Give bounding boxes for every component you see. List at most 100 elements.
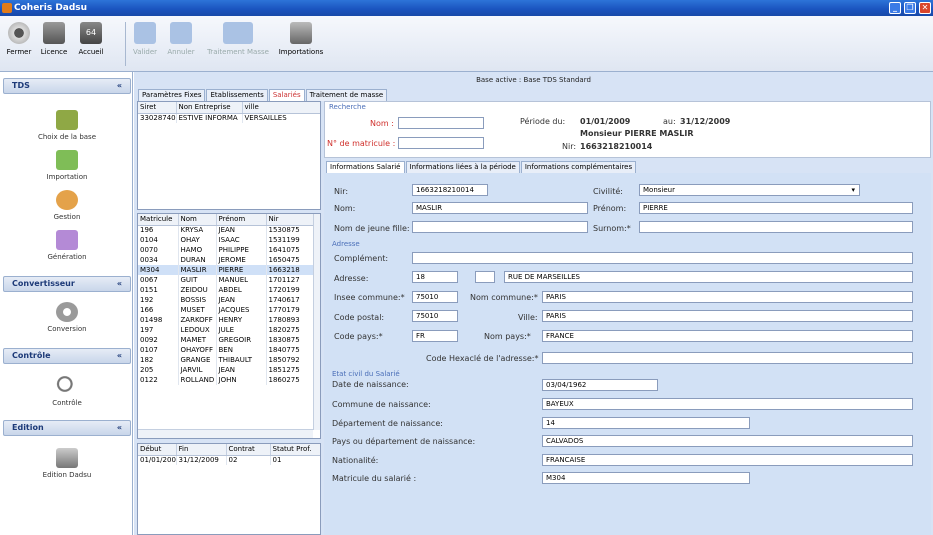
table-row[interactable]: 0070 HAMO PHILIPPE 1641075 (138, 245, 315, 255)
adresse-num-input[interactable]: 18 (412, 271, 458, 283)
table-row[interactable]: 182 GRANGE THIBAULT 1850792 (138, 355, 315, 365)
sidebar-item-controle[interactable]: Contrôle (3, 376, 131, 407)
col-contrat[interactable]: Contrat (226, 444, 271, 456)
col-ville[interactable]: ville (242, 102, 320, 114)
nom-search-input[interactable] (398, 117, 484, 129)
valider-button[interactable]: Valider (130, 20, 160, 70)
pays-naissance-input[interactable]: CALVADOS (542, 435, 913, 447)
close-icon[interactable]: ✕ (919, 2, 931, 14)
adresse-btq-input[interactable] (475, 271, 495, 283)
hexacle-input[interactable] (542, 352, 913, 364)
jeune-fille-input[interactable] (412, 221, 588, 233)
col-nom[interactable]: Nom (178, 214, 217, 226)
tab-informations-periode[interactable]: Informations liées à la période (405, 161, 520, 173)
tab-traitement-masse[interactable]: Traitement de masse (305, 89, 388, 101)
nom-pays-input[interactable]: FRANCE (542, 330, 913, 342)
sidebar-section-convertisseur[interactable]: Convertisseur « (3, 276, 131, 292)
naissance-input[interactable]: 03/04/1962 (542, 379, 658, 391)
table-row[interactable]: 0151 ZEIDOU ABDEL 1720199 (138, 285, 315, 295)
cell: 1531199 (266, 235, 315, 245)
col-siret[interactable]: Siret (138, 102, 177, 114)
sidebar-item-label: Choix de la base (37, 133, 97, 141)
importations-button[interactable]: Importations (276, 20, 326, 70)
table-row[interactable]: 0107 OHAYOFF BEN 1840775 (138, 345, 315, 355)
restore-icon[interactable]: ❐ (904, 2, 916, 14)
table-row[interactable]: 01498 ZARKOFF HENRY 1780893 (138, 315, 315, 325)
sidebar-item-generation[interactable]: Génération (3, 230, 131, 261)
chevron-up-icon[interactable]: « (117, 79, 122, 93)
table-row[interactable]: 205 JARVIL JEAN 1851275 (138, 365, 315, 375)
cell: 1820275 (266, 325, 315, 335)
insee-input[interactable]: 75010 (412, 291, 458, 303)
licence-button[interactable]: Licence (38, 20, 70, 70)
complement-input[interactable] (412, 252, 913, 264)
sidebar-item-gestion[interactable]: Gestion (3, 190, 131, 221)
col-prenom[interactable]: Prénom (216, 214, 267, 226)
ville-input[interactable]: PARIS (542, 310, 913, 322)
sidebar-section-controle[interactable]: Contrôle « (3, 348, 131, 364)
table-row[interactable]: 192 BOSSIS JEAN 1740617 (138, 295, 315, 305)
dropdown-arrow-icon[interactable]: ▾ (851, 185, 855, 195)
adresse-rue-input[interactable]: RUE DE MARSEILLES (504, 271, 913, 283)
table-row[interactable]: 0034 DURAN JEROME 1650475 (138, 255, 315, 265)
tab-informations-complementaires[interactable]: Informations complémentaires (520, 161, 637, 173)
cell: DURAN (178, 255, 217, 265)
col-nir[interactable]: Nir (266, 214, 315, 226)
horizontal-scrollbar[interactable] (138, 429, 313, 438)
commune-naissance-input[interactable]: BAYEUX (542, 398, 913, 410)
col-fin[interactable]: Fin (176, 444, 227, 456)
nom-commune-input[interactable]: PARIS (542, 291, 913, 303)
col-entreprise[interactable]: Non Entreprise (176, 102, 243, 114)
dept-naissance-input[interactable]: 14 (542, 417, 750, 429)
civilite-select[interactable]: Monsieur ▾ (639, 184, 860, 196)
table-row[interactable]: 196 KRYSA JEAN 1530875 (138, 225, 315, 235)
tab-informations-salarie[interactable]: Informations Salarié (326, 161, 405, 173)
annuler-button[interactable]: Annuler (164, 20, 198, 70)
sidebar-section-tds[interactable]: TDS « (3, 78, 131, 94)
sidebar-item-edition-dadsu[interactable]: Edition Dadsu (3, 448, 131, 479)
table-row[interactable]: 197 LEDOUX JULE 1820275 (138, 325, 315, 335)
col-statut[interactable]: Statut Prof. (270, 444, 320, 456)
table-row[interactable]: 0067 GUIT MANUEL 1701127 (138, 275, 315, 285)
fermer-button[interactable]: Fermer (4, 20, 34, 70)
table-row[interactable]: 0122 ROLLAND JOHN 1860275 (138, 375, 315, 385)
chevron-up-icon[interactable]: « (117, 349, 122, 363)
code-pays-input[interactable]: FR (412, 330, 458, 342)
table-row[interactable]: 166 MUSET JACQUES 1770179 (138, 305, 315, 315)
surnom-input[interactable] (639, 221, 913, 233)
nir-input[interactable]: 1663218210014 (412, 184, 488, 196)
sidebar-item-conversion[interactable]: Conversion (3, 302, 131, 333)
accueil-button[interactable]: 64 Accueil (74, 20, 108, 70)
tab-etablissements[interactable]: Etablissements (206, 89, 268, 101)
nom-input[interactable]: MASLIR (412, 202, 588, 214)
table-row[interactable]: 0104 OHAY ISAAC 1531199 (138, 235, 315, 245)
tab-salaries[interactable]: Salariés (268, 89, 305, 101)
cell: JOHN (216, 375, 267, 385)
table-row[interactable]: 0092 MAMET GREGOIR 1830875 (138, 335, 315, 345)
table-row[interactable]: 330287400 ESTIVE INFORMA VERSAILLES (138, 113, 320, 123)
chevron-up-icon[interactable]: « (117, 421, 122, 435)
vertical-scrollbar[interactable] (313, 214, 320, 430)
matricule-search-input[interactable] (398, 137, 484, 149)
matricule-salarie-input[interactable]: M304 (542, 472, 750, 484)
chevron-up-icon[interactable]: « (117, 277, 122, 291)
importations-label: Importations (278, 48, 324, 56)
window-title: Coheris Dadsu (14, 3, 88, 13)
minimize-icon[interactable]: _ (889, 2, 901, 14)
traitement-masse-button[interactable]: Traitement Masse (203, 20, 273, 70)
cell: BOSSIS (178, 295, 217, 305)
nationalite-input[interactable]: FRANCAISE (542, 454, 913, 466)
sidebar-section-edition[interactable]: Edition « (3, 420, 131, 436)
col-matricule[interactable]: Matricule (138, 214, 179, 226)
prenom-input[interactable]: PIERRE (639, 202, 913, 214)
tab-parametres-fixes[interactable]: Paramètres Fixes (138, 89, 206, 101)
table-row[interactable]: M304 MASLIR PIERRE 1663218 (138, 265, 315, 275)
adresse-header: Adresse (332, 240, 360, 248)
sidebar-item-importation[interactable]: Importation (3, 150, 131, 181)
col-debut[interactable]: Début (138, 444, 177, 456)
cp-input[interactable]: 75010 (412, 310, 458, 322)
cell: 1530875 (266, 225, 315, 235)
table-row[interactable]: 01/01/2009 31/12/2009 02 01 (138, 455, 320, 465)
sidebar-item-choix-base[interactable]: Choix de la base (3, 110, 131, 141)
disk-icon (56, 230, 78, 250)
